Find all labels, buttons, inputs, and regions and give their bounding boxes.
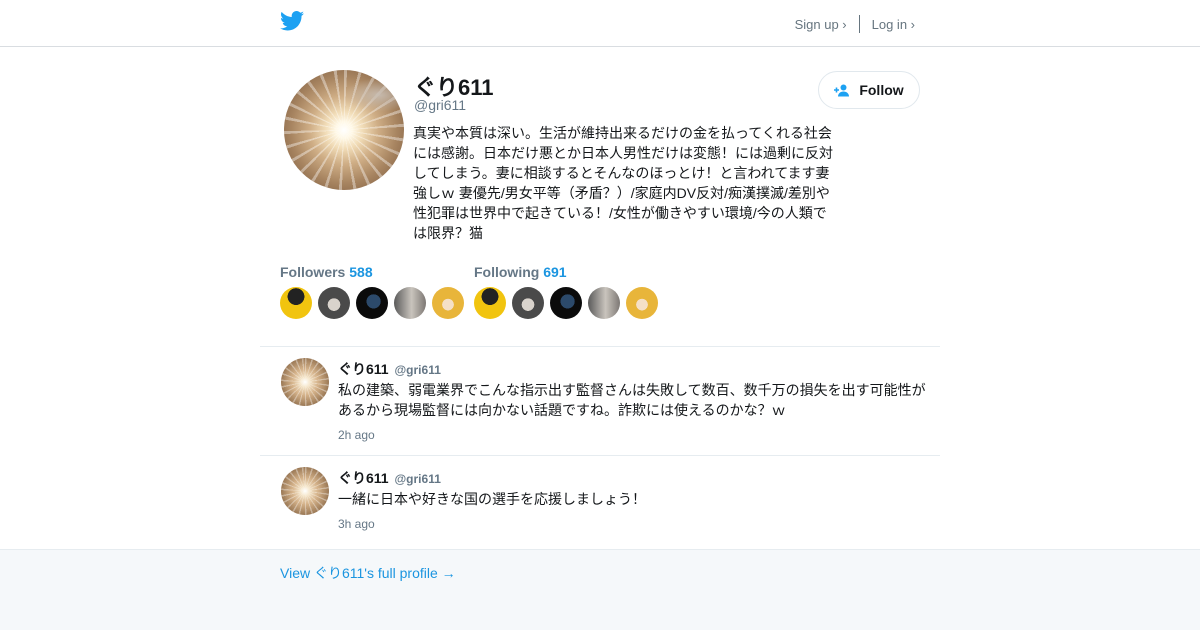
following-avatar[interactable] [626, 287, 658, 319]
following-count[interactable]: Following 691 [474, 264, 658, 280]
tweet-item[interactable]: ぐり611 @gri611 一緒に日本や好きな国の選手を応援しましょう！ 3h … [260, 467, 940, 539]
following-avatar[interactable] [550, 287, 582, 319]
auth-links: Sign up › Log in › [795, 15, 915, 33]
top-bar: Sign up › Log in › [0, 0, 1200, 47]
follower-avatar[interactable] [356, 287, 388, 319]
tweet-author-handle[interactable]: @gri611 [394, 472, 440, 486]
tweet-header: ぐり611 @gri611 [338, 359, 441, 379]
tweet-author-name[interactable]: ぐり611 [338, 470, 389, 486]
profile-handle: @gri611 [414, 97, 467, 113]
divider [260, 455, 940, 456]
following-number: 691 [543, 264, 567, 280]
following-block: Following 691 [474, 264, 658, 319]
follower-avatar[interactable] [432, 287, 464, 319]
avatar-rays [281, 467, 329, 515]
follow-counts: Followers 588 Following 691 [280, 264, 920, 324]
tweet-timestamp[interactable]: 3h ago [338, 517, 375, 531]
follower-avatar[interactable] [280, 287, 312, 319]
tweet-author-name[interactable]: ぐり611 [338, 361, 389, 377]
follow-label: Follow [859, 82, 904, 98]
followers-label: Followers [280, 264, 346, 280]
full-profile-link[interactable]: View ぐり611's full profile → [280, 563, 456, 583]
login-link[interactable]: Log in › [872, 17, 915, 32]
avatar-rays [281, 358, 329, 406]
following-avatars [474, 287, 658, 319]
profile-avatar[interactable] [284, 70, 404, 190]
tweet-header: ぐり611 @gri611 [338, 468, 441, 488]
followers-number: 588 [349, 264, 373, 280]
following-avatar[interactable] [474, 287, 506, 319]
followers-block: Followers 588 [280, 264, 464, 319]
twitter-bird-icon[interactable] [280, 10, 304, 32]
following-avatar[interactable] [588, 287, 620, 319]
tweet-author-handle[interactable]: @gri611 [394, 363, 440, 377]
divider [260, 346, 940, 347]
tweet-avatar[interactable] [281, 358, 329, 406]
follower-avatar[interactable] [318, 287, 350, 319]
following-label: Following [474, 264, 540, 280]
tweet-item[interactable]: ぐり611 @gri611 私の建築、弱電業界でこんな指示出す監督さんは失敗して… [260, 358, 940, 448]
tweet-timestamp[interactable]: 2h ago [338, 428, 375, 442]
profile-bio: 真実や本質は深い。生活が維持出来るだけの金を払ってくれる社会には感謝。日本だけ悪… [413, 125, 833, 241]
follow-button[interactable]: Follow [818, 71, 920, 109]
divider [858, 15, 860, 33]
add-user-icon [834, 84, 850, 96]
follower-avatar[interactable] [394, 287, 426, 319]
following-avatar[interactable] [512, 287, 544, 319]
avatar-cloud [344, 78, 404, 112]
footer: View ぐり611's full profile → [0, 549, 1200, 630]
followers-avatars [280, 287, 464, 319]
tweet-text: 一緒に日本や好きな国の選手を応援しましょう！ [338, 491, 646, 507]
followers-count[interactable]: Followers 588 [280, 264, 464, 280]
tweet-avatar[interactable] [281, 467, 329, 515]
signup-link[interactable]: Sign up › [795, 17, 847, 32]
tweet-text: 私の建築、弱電業界でこんな指示出す監督さんは失敗して数百、数千万の損失を出す可能… [338, 382, 926, 418]
